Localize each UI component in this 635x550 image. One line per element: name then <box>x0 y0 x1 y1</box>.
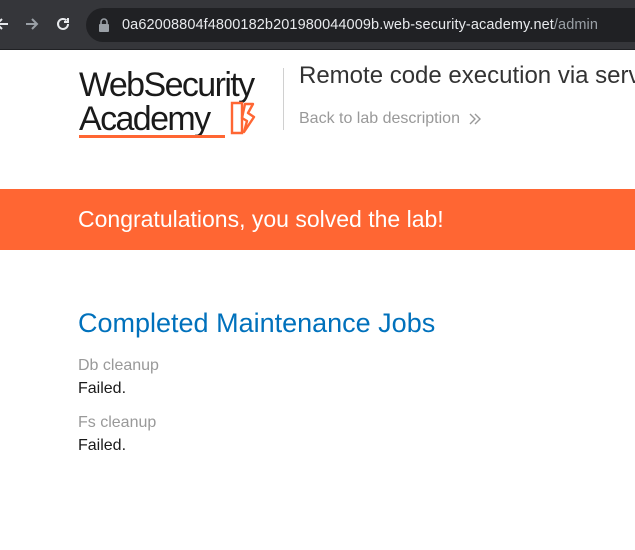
lock-icon[interactable] <box>98 17 112 33</box>
url-host: 0a62008804f4800182b201980044009b.web-sec… <box>122 17 554 33</box>
academy-logo[interactable]: WebSecurity Academy <box>79 66 279 142</box>
browser-toolbar: 0a62008804f4800182b201980044009b.web-sec… <box>0 0 635 50</box>
forward-arrow-icon[interactable] <box>20 12 44 36</box>
solved-banner: Congratulations, you solved the lab! <box>0 189 635 250</box>
lab-title: Remote code execution via serv <box>299 62 635 89</box>
banner-message: Congratulations, you solved the lab! <box>78 206 444 232</box>
job-name: Fs cleanup <box>78 414 157 431</box>
job-status: Failed. <box>78 437 127 454</box>
job-status: Failed. <box>78 380 127 397</box>
header-divider <box>283 68 284 130</box>
back-link-label: Back to lab description <box>299 110 460 127</box>
back-arrow-icon[interactable] <box>0 12 14 36</box>
logo-underline <box>79 135 225 138</box>
double-chevron-right-icon <box>468 113 482 125</box>
url-path: /admin <box>553 17 599 33</box>
url-text[interactable]: 0a62008804f4800182b201980044009b.web-sec… <box>122 17 598 33</box>
back-to-lab-link[interactable]: Back to lab description <box>299 110 482 128</box>
job-name: Db cleanup <box>78 357 159 374</box>
logo-bolt-icon <box>230 101 256 135</box>
address-bar[interactable]: 0a62008804f4800182b201980044009b.web-sec… <box>86 8 635 42</box>
logo-text-line1: WebSecurity <box>79 66 255 104</box>
logo-text-line2: Academy <box>79 100 211 138</box>
page-title: Completed Maintenance Jobs <box>78 308 436 338</box>
reload-icon[interactable] <box>51 12 75 36</box>
